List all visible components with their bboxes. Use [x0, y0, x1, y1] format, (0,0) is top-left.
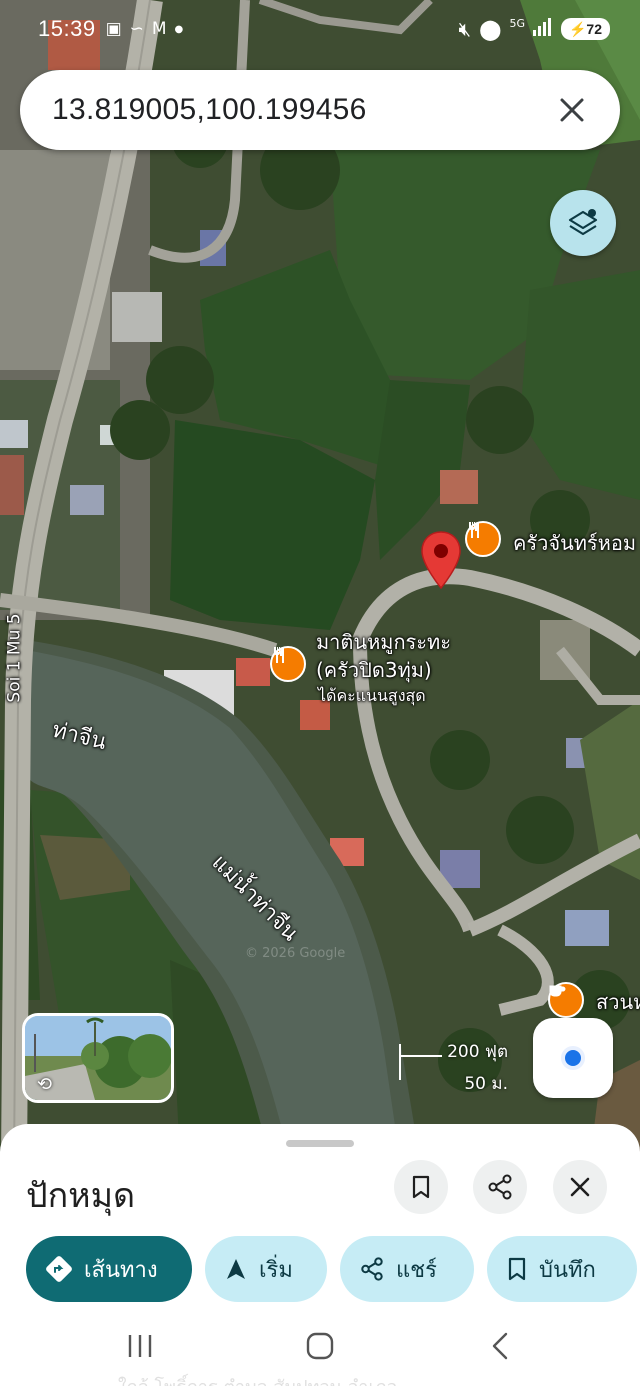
pin-icon [421, 531, 461, 590]
close-icon [570, 1177, 590, 1197]
poi-note: ได้คะแนนสูงสุด [318, 686, 426, 705]
status-time: 15:39 [38, 16, 96, 41]
dropped-pin[interactable] [420, 530, 462, 590]
network-type: 5G [509, 16, 525, 30]
close-icon [560, 98, 584, 122]
directions-icon [46, 1256, 72, 1282]
home-icon [306, 1332, 334, 1360]
my-location-button[interactable] [533, 1018, 613, 1098]
map-watermark: © 2026 Google [245, 946, 346, 961]
map-scale: 200 ฟุต 50 ม. [398, 1038, 508, 1094]
directions-label: เส้นทาง [84, 1257, 158, 1283]
navigation-arrow-icon [227, 1259, 245, 1279]
poi-cafe[interactable]: สวนห [548, 982, 640, 1018]
search-input[interactable]: 13.819005,100.199456 [52, 93, 552, 127]
bookmark-icon [508, 1257, 526, 1281]
address-preview: ใกล้ โพธิ์การ ตำบล สัมปทวน อำเภอ [118, 1372, 397, 1386]
share-label: แชร์ [396, 1257, 437, 1283]
satellite-imagery [0, 0, 640, 1160]
recents-icon [128, 1335, 152, 1357]
place-title: ปักหมุด [26, 1176, 136, 1216]
signal-icon [532, 17, 553, 41]
share-button[interactable]: แชร์ [340, 1236, 474, 1302]
restaurant-icon [465, 521, 501, 557]
location-icon: ⬤ [479, 17, 502, 41]
battery-indicator: ⚡ 72 [560, 18, 610, 40]
back-button[interactable] [478, 1326, 522, 1366]
satellite-map[interactable]: Soi 1 Mu 5 ท่าจีน แม่น้ำท่าจีน © 2026 Go… [0, 0, 640, 1160]
scale-imperial: 200 ฟุต [447, 1042, 508, 1062]
share-icon-button[interactable] [473, 1160, 527, 1214]
poi-name: ครัวจันทร์หอม [513, 531, 637, 555]
start-label: เริ่ม [259, 1257, 293, 1283]
save-icon-button[interactable] [394, 1160, 448, 1214]
status-bar: 15:39 ▣ ∽ M ● 🔇︎ ⬤ 5G ⚡ 72 [0, 0, 640, 58]
close-sheet-button[interactable] [553, 1160, 607, 1214]
gmail-icon: M [151, 19, 167, 39]
poi-restaurant-1[interactable]: ครัวจันทร์หอม [465, 521, 636, 557]
save-label: บันทึก [539, 1257, 596, 1283]
layers-icon [568, 209, 598, 236]
restaurant-icon [270, 646, 306, 682]
screen: Soi 1 Mu 5 ท่าจีน แม่น้ำท่าจีน © 2026 Go… [0, 0, 640, 1386]
back-icon [492, 1332, 508, 1360]
road-label: Soi 1 Mu 5 [4, 613, 25, 703]
bookmark-icon [412, 1175, 430, 1199]
start-button[interactable]: เริ่ม [205, 1236, 327, 1302]
link-icon: ∽ [129, 19, 144, 39]
poi-name: สวนห [596, 990, 640, 1014]
poi-restaurant-2[interactable]: มาตินหมูกระทะ (ครัวปิด3ทุ่ม) ได้คะแนนสูง… [270, 630, 451, 705]
layers-button[interactable] [550, 190, 616, 256]
share-icon [488, 1174, 512, 1200]
street-view-thumbnail[interactable]: ⟲ [22, 1013, 174, 1103]
scale-metric: 50 ม. [464, 1074, 508, 1094]
drag-handle[interactable] [286, 1140, 354, 1147]
directions-button[interactable]: เส้นทาง [26, 1236, 192, 1302]
screenshot-icon: ▣ [105, 19, 122, 39]
clear-search-button[interactable] [552, 90, 592, 130]
dot-icon: ● [174, 23, 184, 35]
my-location-icon [561, 1046, 585, 1070]
poi-name-line2: (ครัวปิด3ทุ่ม) [316, 658, 432, 682]
recent-apps-button[interactable] [118, 1326, 162, 1366]
rotate-360-icon: ⟲ [37, 1074, 53, 1095]
share-icon [361, 1257, 383, 1281]
action-chips: เส้นทาง เริ่ม แชร์ บันทึก [26, 1236, 637, 1302]
home-button[interactable] [298, 1326, 342, 1366]
cafe-icon [548, 982, 584, 1018]
save-button[interactable]: บันทึก [487, 1236, 637, 1302]
battery-charging-icon: ⚡ [568, 20, 587, 37]
system-navigation-bar: ใกล้ โพธิ์การ ตำบล สัมปทวน อำเภอ [0, 1306, 640, 1386]
search-bar[interactable]: 13.819005,100.199456 [20, 70, 620, 150]
battery-level: 72 [586, 21, 602, 37]
mute-icon: 🔇︎ [458, 17, 472, 41]
